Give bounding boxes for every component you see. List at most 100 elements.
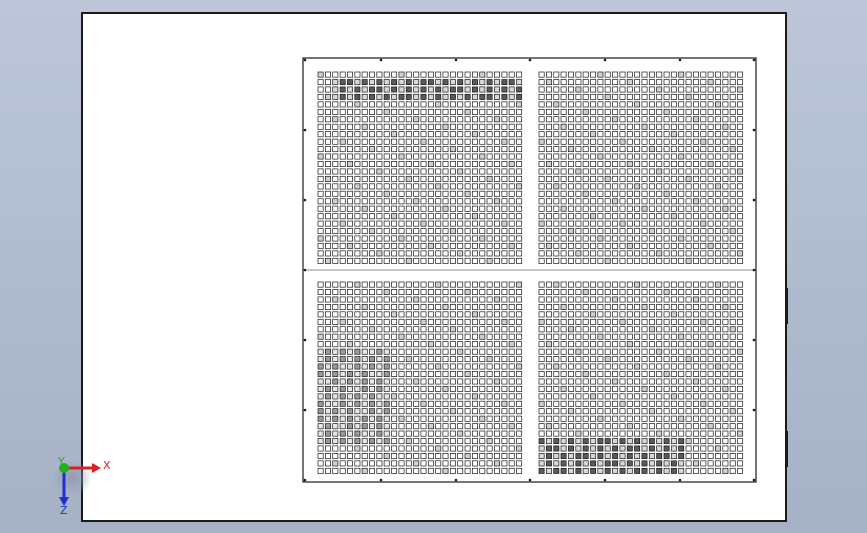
perforation-hole (369, 363, 375, 370)
perforation-hole (508, 318, 515, 325)
perforation-hole (634, 108, 641, 115)
perforation-hole (634, 198, 641, 205)
perforation-hole (546, 86, 552, 93)
perforation-hole (597, 235, 604, 242)
perforation-hole (582, 257, 589, 264)
perforation-hole (472, 371, 478, 377)
perforation-hole (435, 408, 442, 415)
graphics-viewport[interactable]: X Y Z (0, 0, 867, 533)
perforation-hole (464, 257, 471, 264)
perforation-hole (707, 318, 714, 325)
perforation-hole (626, 116, 633, 123)
perforation-hole (501, 326, 508, 333)
perforation-hole (494, 348, 500, 355)
perforation-hole (722, 242, 729, 249)
perforation-hole (420, 281, 427, 288)
perforation-hole (449, 467, 456, 474)
perforation-hole (449, 415, 456, 422)
perforation-hole (501, 393, 508, 400)
perforation-hole (700, 438, 707, 445)
perforation-hole (656, 183, 663, 190)
perforation-hole (486, 333, 493, 340)
perforation-hole (383, 423, 390, 430)
perforation-hole (729, 79, 736, 86)
perforation-hole (420, 341, 427, 348)
perforation-hole (546, 257, 552, 264)
perforation-hole (634, 363, 641, 370)
perforation-hole (693, 190, 699, 197)
perforation-hole (729, 190, 736, 197)
perforation-hole (707, 356, 714, 363)
perforation-hole (663, 242, 670, 249)
perforation-hole (729, 235, 736, 242)
perforation-hole (339, 93, 346, 100)
perforation-hole (693, 296, 699, 303)
perforation-hole (354, 326, 361, 333)
perforation-hole (678, 460, 685, 467)
perforation-hole (325, 289, 331, 295)
perforation-hole (413, 108, 420, 115)
perforation-hole (325, 371, 331, 377)
perforation-hole (619, 101, 626, 108)
perforation-hole (479, 453, 486, 459)
perforation-hole (486, 296, 493, 303)
perforation-hole (369, 138, 375, 145)
perforation-hole (486, 281, 493, 288)
perforation-hole (685, 205, 692, 212)
perforation-hole (685, 311, 692, 318)
perforation-hole (663, 116, 670, 123)
perforation-hole (648, 250, 655, 257)
perforation-hole (516, 168, 523, 175)
perforation-hole (678, 281, 685, 288)
perforation-hole (546, 311, 552, 318)
perforation-hole (722, 205, 729, 212)
perforation-hole (332, 153, 339, 160)
perforation-hole (501, 445, 508, 452)
perforation-hole (420, 228, 427, 235)
perforation-hole (670, 79, 677, 86)
perforation-hole (427, 138, 434, 145)
perforation-hole (553, 146, 560, 153)
perforation-hole (612, 430, 619, 437)
perforation-hole (354, 153, 361, 160)
perforation-hole (376, 93, 383, 100)
perforation-hole (604, 198, 611, 205)
perforation-hole (538, 445, 545, 452)
perforation-hole (472, 430, 478, 437)
perforation-hole (693, 341, 699, 348)
perforation-hole (553, 168, 560, 175)
perforation-hole (391, 235, 398, 242)
perforation-hole (376, 153, 383, 160)
perforation-hole (670, 93, 677, 100)
perforation-hole (700, 430, 707, 437)
perforation-hole (369, 161, 375, 167)
perforated-panel[interactable] (0, 0, 867, 533)
perforation-hole (560, 348, 567, 355)
perforation-hole (648, 326, 655, 333)
perforation-hole (568, 175, 574, 182)
perforation-hole (582, 363, 589, 370)
perforation-hole (383, 318, 390, 325)
perforation-hole (560, 378, 567, 385)
perforation-hole (590, 250, 597, 257)
perforation-hole (383, 161, 390, 167)
perforation-hole (538, 79, 545, 86)
perforation-hole (568, 123, 574, 130)
perforation-hole (626, 341, 633, 348)
perforation-hole (626, 296, 633, 303)
perforation-hole (317, 213, 324, 220)
perforation-hole (494, 116, 500, 123)
perforation-hole (449, 393, 456, 400)
perforation-hole (383, 86, 390, 93)
perforation-hole (391, 438, 398, 445)
perforation-hole (634, 183, 641, 190)
perforation-hole (707, 348, 714, 355)
perforation-hole (612, 453, 619, 459)
perforation-hole (413, 250, 420, 257)
edge-pin (678, 58, 682, 62)
perforation-hole (685, 93, 692, 100)
perforation-hole (486, 86, 493, 93)
perforation-hole (442, 138, 449, 145)
perforation-hole (612, 116, 619, 123)
perforation-hole (538, 415, 545, 422)
